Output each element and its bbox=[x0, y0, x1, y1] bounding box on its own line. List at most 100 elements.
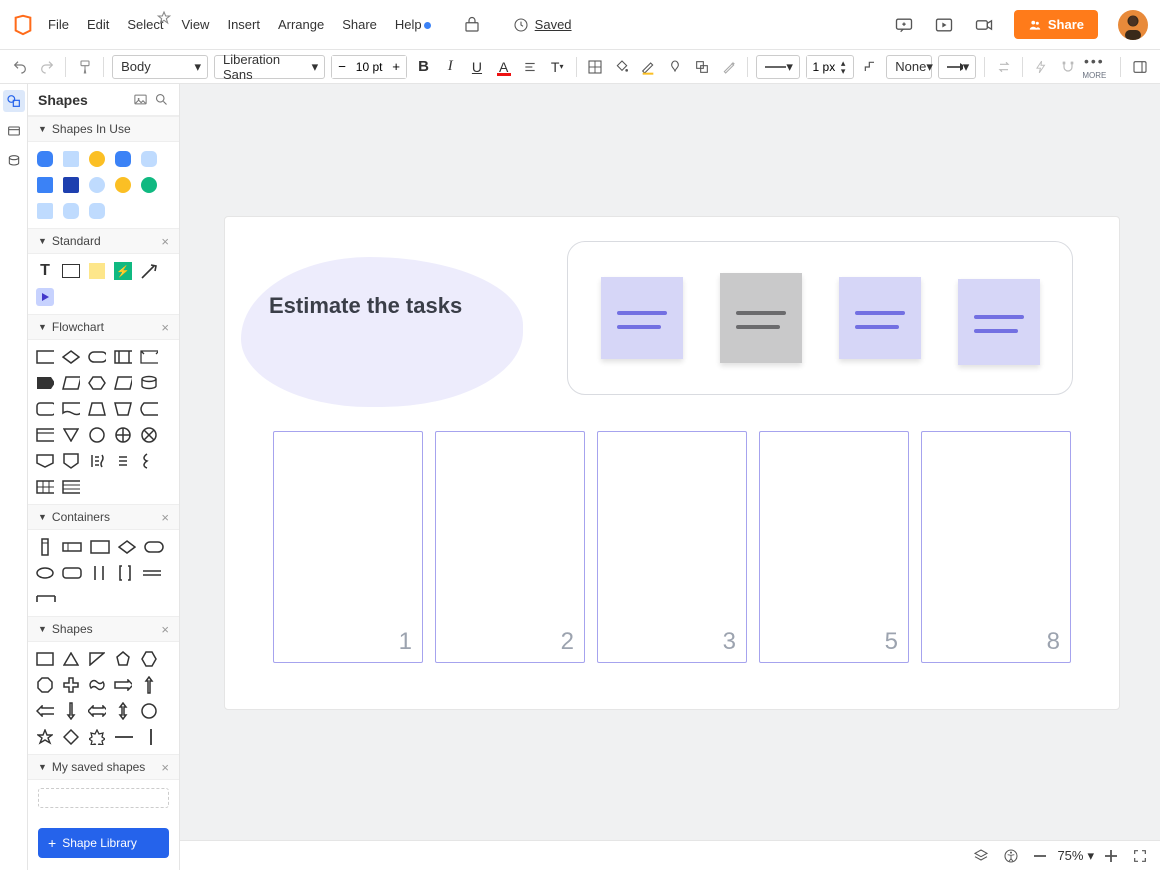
menu-file[interactable]: File bbox=[48, 17, 69, 32]
shape-item[interactable] bbox=[62, 400, 80, 418]
shape-item[interactable] bbox=[140, 676, 158, 694]
shapes-mode-button[interactable] bbox=[3, 90, 25, 112]
text-color-button[interactable]: A bbox=[491, 54, 516, 80]
sticky-note[interactable] bbox=[601, 277, 683, 359]
bucket[interactable]: 2 bbox=[435, 431, 585, 663]
shape-item[interactable] bbox=[88, 176, 106, 194]
shape-item[interactable] bbox=[144, 538, 164, 556]
shape-item[interactable] bbox=[62, 676, 80, 694]
favorite-star-icon[interactable] bbox=[156, 10, 172, 26]
swap-button[interactable] bbox=[991, 54, 1016, 80]
shape-item[interactable] bbox=[116, 564, 134, 582]
shape-item[interactable] bbox=[36, 564, 54, 582]
shape-item[interactable] bbox=[36, 728, 54, 746]
shape-item[interactable] bbox=[88, 650, 106, 668]
shape-item[interactable] bbox=[90, 538, 110, 556]
shape-item[interactable] bbox=[36, 202, 54, 220]
shape-item[interactable] bbox=[88, 374, 106, 392]
shape-item[interactable] bbox=[62, 348, 80, 366]
bucket[interactable]: 1 bbox=[273, 431, 423, 663]
play-shape[interactable] bbox=[36, 288, 54, 306]
search-icon[interactable] bbox=[154, 92, 169, 107]
layers-icon[interactable] bbox=[973, 848, 989, 864]
shape-item[interactable] bbox=[36, 702, 54, 720]
shape-item[interactable] bbox=[62, 202, 80, 220]
shape-item[interactable] bbox=[140, 348, 158, 366]
shape-library-button[interactable]: +Shape Library bbox=[38, 828, 169, 858]
shape-item[interactable] bbox=[36, 538, 54, 556]
border-button[interactable] bbox=[583, 54, 608, 80]
shape-item[interactable] bbox=[36, 374, 54, 392]
italic-button[interactable]: I bbox=[438, 54, 463, 80]
shape-item[interactable] bbox=[114, 348, 132, 366]
shape-item[interactable] bbox=[114, 400, 132, 418]
close-icon[interactable]: × bbox=[161, 622, 169, 637]
title-blob[interactable] bbox=[241, 257, 523, 407]
shape-item[interactable] bbox=[88, 150, 106, 168]
section-flowchart[interactable]: ▼Flowchart× bbox=[28, 314, 179, 340]
shape-item[interactable] bbox=[36, 478, 54, 496]
section-shapes-category[interactable]: ▼Shapes× bbox=[28, 616, 179, 642]
shape-item[interactable] bbox=[114, 374, 132, 392]
shape-item[interactable] bbox=[114, 650, 132, 668]
flash-button[interactable] bbox=[1029, 54, 1054, 80]
font-size-stepper[interactable]: − + bbox=[331, 55, 407, 79]
text-style-select[interactable]: Body▾ bbox=[112, 55, 208, 79]
saved-shapes-placeholder[interactable] bbox=[38, 788, 169, 808]
menu-insert[interactable]: Insert bbox=[227, 17, 260, 32]
fullscreen-button[interactable] bbox=[1132, 848, 1148, 864]
format-painter-button[interactable] bbox=[72, 54, 97, 80]
menu-help[interactable]: Help bbox=[395, 17, 431, 32]
text-options-button[interactable]: T▾ bbox=[545, 54, 570, 80]
shape-item[interactable] bbox=[88, 426, 106, 444]
close-icon[interactable]: × bbox=[161, 234, 169, 249]
shape-item[interactable] bbox=[114, 728, 134, 746]
container-mode-button[interactable] bbox=[3, 120, 25, 142]
zoom-select[interactable]: 75%▾ bbox=[1057, 848, 1094, 864]
shape-item[interactable] bbox=[62, 564, 82, 582]
section-standard[interactable]: ▼Standard× bbox=[28, 228, 179, 254]
menu-arrange[interactable]: Arrange bbox=[278, 17, 324, 32]
shape-item[interactable] bbox=[140, 702, 158, 720]
sticky-note[interactable] bbox=[720, 273, 802, 363]
shape-item[interactable] bbox=[62, 702, 80, 720]
shape-item[interactable] bbox=[36, 590, 56, 608]
close-icon[interactable]: × bbox=[161, 510, 169, 525]
document-status[interactable]: Saved bbox=[513, 17, 572, 33]
menu-view[interactable]: View bbox=[182, 17, 210, 32]
magic-button[interactable] bbox=[716, 54, 741, 80]
section-shapes-in-use[interactable]: ▼Shapes In Use bbox=[28, 116, 179, 142]
shadow-button[interactable] bbox=[663, 54, 688, 80]
shape-item[interactable] bbox=[140, 150, 158, 168]
shapes-panel-scroll[interactable]: ▼Shapes In Use ▼Standard× T ⚡ ▼Flowchar bbox=[28, 116, 179, 820]
shape-item[interactable] bbox=[114, 426, 132, 444]
shape-options-button[interactable] bbox=[689, 54, 714, 80]
undo-button[interactable] bbox=[8, 54, 33, 80]
sticky-note[interactable] bbox=[958, 279, 1040, 365]
shape-item[interactable] bbox=[36, 150, 54, 168]
shape-item[interactable] bbox=[36, 176, 54, 194]
shape-item[interactable] bbox=[62, 150, 80, 168]
shape-item[interactable] bbox=[62, 176, 80, 194]
more-button[interactable]: •••MORE bbox=[1082, 53, 1106, 80]
line-start-select[interactable]: None▾ bbox=[886, 55, 932, 79]
text-shape[interactable]: T bbox=[36, 262, 54, 280]
share-button[interactable]: Share bbox=[1014, 10, 1098, 39]
shape-item[interactable] bbox=[140, 426, 158, 444]
line-color-button[interactable] bbox=[636, 54, 661, 80]
font-size-decrease[interactable]: − bbox=[332, 56, 352, 78]
bold-button[interactable]: B bbox=[411, 54, 436, 80]
text-align-button[interactable] bbox=[518, 54, 543, 80]
shape-item[interactable] bbox=[62, 452, 80, 470]
comments-icon[interactable] bbox=[894, 15, 914, 35]
shape-item[interactable] bbox=[36, 426, 54, 444]
accessibility-icon[interactable] bbox=[1003, 848, 1019, 864]
line-width-input[interactable] bbox=[807, 56, 841, 78]
shape-item[interactable] bbox=[36, 348, 54, 366]
shape-item[interactable] bbox=[62, 538, 82, 556]
data-mode-button[interactable] bbox=[3, 150, 25, 172]
line-shape-button[interactable] bbox=[858, 54, 883, 80]
arrow-shape[interactable] bbox=[140, 262, 158, 280]
menu-edit[interactable]: Edit bbox=[87, 17, 109, 32]
shape-item[interactable] bbox=[36, 650, 54, 668]
